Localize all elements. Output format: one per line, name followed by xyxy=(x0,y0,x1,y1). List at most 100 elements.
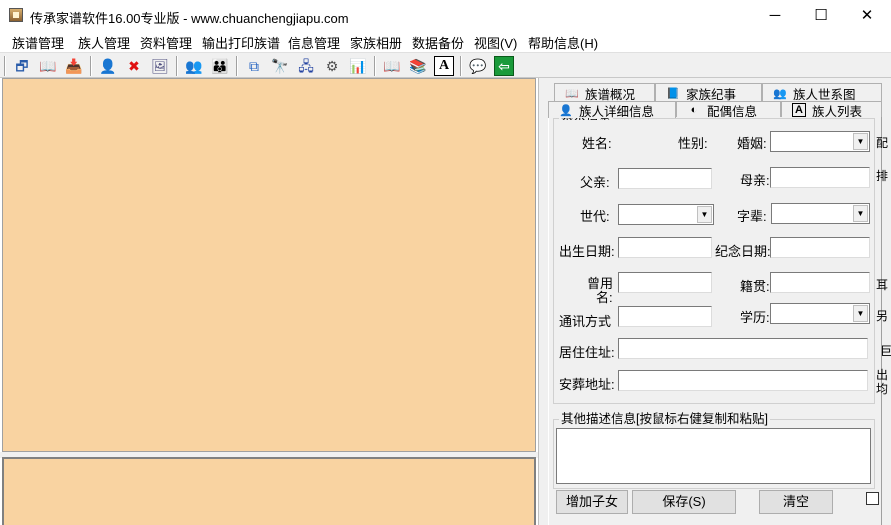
toolbar-separator xyxy=(236,56,238,76)
menu-info-management[interactable]: 信息管理 xyxy=(288,33,340,52)
open-genealogy-icon[interactable]: 🗗 xyxy=(12,56,32,76)
description-group-label: 其他描述信息[按鼠标右健复制和粘贴] xyxy=(559,412,770,426)
delete-icon[interactable]: ✖ xyxy=(124,56,144,76)
chevron-down-icon: ▼ xyxy=(853,133,868,150)
tab-label: 族人列表 xyxy=(812,104,863,119)
clipped-label: 配 xyxy=(876,136,889,150)
open-book-icon[interactable]: 📖 xyxy=(382,56,402,76)
toolbar-separator xyxy=(460,56,462,76)
relatives-icon[interactable]: 👪 xyxy=(210,56,230,76)
clipped-label: 排 xyxy=(876,169,889,183)
bar-chart-icon[interactable]: 📊 xyxy=(348,56,368,76)
add-person-icon[interactable]: 👤 xyxy=(98,56,118,76)
native-place-field[interactable] xyxy=(770,272,870,293)
memorial-date-label: 纪念日期: xyxy=(715,244,771,259)
option-checkbox[interactable] xyxy=(866,492,879,505)
memorial-date-field[interactable] xyxy=(770,237,870,258)
menu-output-print[interactable]: 输出打印族谱 xyxy=(202,33,280,52)
clear-button[interactable]: 清空 xyxy=(759,490,833,514)
father-field[interactable] xyxy=(618,168,712,189)
tab-label: 族人详细信息 xyxy=(579,104,655,119)
genealogy-tree-pane[interactable] xyxy=(2,78,536,452)
member-list-pane[interactable] xyxy=(2,457,536,525)
exit-icon[interactable]: ⇦ xyxy=(494,56,514,76)
residence-label: 居住住址: xyxy=(559,345,615,360)
chevron-down-icon: ▼ xyxy=(853,205,868,222)
binoculars-icon[interactable]: 🔭 xyxy=(270,56,290,76)
mother-field[interactable] xyxy=(770,167,870,188)
menu-view[interactable]: 视图(V) xyxy=(474,33,517,52)
clipped-label: 另 xyxy=(876,309,889,323)
books-icon[interactable]: 📚 xyxy=(408,56,428,76)
spouse-icon: ◐ xyxy=(690,104,698,116)
tab-member-details[interactable]: 👤 族人详细信息 xyxy=(548,101,676,118)
minimize-button[interactable]: ─ xyxy=(752,0,798,31)
father-label: 父亲: xyxy=(580,175,610,190)
residence-field[interactable] xyxy=(618,338,868,359)
text-icon[interactable]: A xyxy=(434,56,454,76)
tree-view-icon[interactable]: ⧉ xyxy=(244,56,264,76)
mother-label: 母亲: xyxy=(740,173,770,188)
tab-spouse-info[interactable]: ◐ 配偶信息 xyxy=(676,101,781,118)
tab-genealogy-overview[interactable]: 📖 族谱概况 xyxy=(554,83,655,103)
native-place-label: 籍贯: xyxy=(740,279,770,294)
contact-label: 通讯方式 xyxy=(559,314,612,329)
chevron-down-icon: ▼ xyxy=(853,305,868,322)
menu-data-management[interactable]: 资料管理 xyxy=(140,33,192,52)
marriage-select[interactable]: ▼ xyxy=(770,131,870,152)
photo-icon[interactable]: 🖼 xyxy=(150,56,170,76)
app-icon xyxy=(9,8,23,22)
import-icon[interactable]: 📥 xyxy=(64,56,84,76)
add-child-button[interactable]: 增加子女(C) xyxy=(556,490,628,514)
family-icon: 👥 xyxy=(773,88,787,100)
tab-label: 配偶信息 xyxy=(707,104,758,119)
name-label: 姓名: xyxy=(582,136,612,151)
burial-label: 安葬地址: xyxy=(559,377,615,392)
description-textarea[interactable] xyxy=(556,428,871,484)
former-name-field[interactable] xyxy=(618,272,712,293)
toolbar: 🗗 📖 📥 👤 ✖ 🖼 👥 👪 ⧉ 🔭 🖧 ⚙ 📊 📖 📚 A 💬 ⇦ xyxy=(0,52,891,78)
generation-label: 世代: xyxy=(580,209,610,224)
book-icon[interactable]: 📖 xyxy=(38,56,58,76)
burial-field[interactable] xyxy=(618,370,868,391)
former-name-label-cont: 名: xyxy=(596,290,613,305)
close-button[interactable]: ✕ xyxy=(844,0,890,31)
clipped-label: 巨 xyxy=(880,344,891,358)
toolbar-separator xyxy=(176,56,178,76)
network-icon[interactable]: 🖧 xyxy=(296,56,316,76)
person-icon: 👤 xyxy=(559,104,573,117)
save-button[interactable]: 保存(S) xyxy=(632,490,736,514)
menu-member-management[interactable]: 族人管理 xyxy=(78,33,130,52)
education-label: 学历: xyxy=(740,310,770,325)
birth-date-label: 出生日期: xyxy=(559,244,615,259)
chevron-down-icon: ▼ xyxy=(697,206,712,223)
toolbar-separator xyxy=(4,56,6,76)
gear-icon[interactable]: ⚙ xyxy=(322,56,342,76)
window-title: 传承家谱软件16.00专业版 - www.chuanchengjiapu.com xyxy=(30,11,349,26)
clipped-label: 耳 xyxy=(876,278,889,292)
gender-label: 性别: xyxy=(678,136,708,151)
chat-icon[interactable]: 💬 xyxy=(468,56,488,76)
generation-select[interactable]: ▼ xyxy=(618,204,714,225)
text-icon: A xyxy=(792,103,806,117)
title-bar: 传承家谱软件16.00专业版 - www.chuanchengjiapu.com… xyxy=(0,0,891,31)
clipped-label: 均 xyxy=(876,382,889,396)
education-select[interactable]: ▼ xyxy=(770,303,870,324)
tab-lineage-chart[interactable]: 👥 族人世系图 xyxy=(762,83,882,103)
menu-genealogy-management[interactable]: 族谱管理 xyxy=(12,33,64,52)
menu-bar: 族谱管理 族人管理 资料管理 输出打印族谱 信息管理 家族相册 数据备份 视图(… xyxy=(0,31,891,51)
maximize-button[interactable]: ☐ xyxy=(798,0,844,31)
marriage-label: 婚姻: xyxy=(737,136,767,151)
generation-name-select[interactable]: ▼ xyxy=(771,203,870,224)
toolbar-separator xyxy=(90,56,92,76)
tab-family-chronicle[interactable]: 📘 家族纪事 xyxy=(655,83,762,103)
menu-data-backup[interactable]: 数据备份 xyxy=(412,33,464,52)
toolbar-separator xyxy=(374,56,376,76)
tab-member-list[interactable]: A 族人列表 xyxy=(781,101,882,118)
family-group-icon[interactable]: 👥 xyxy=(184,56,204,76)
book-icon: 📖 xyxy=(565,88,579,100)
birth-date-field[interactable] xyxy=(618,237,712,258)
menu-help[interactable]: 帮助信息(H) xyxy=(528,33,598,52)
contact-field[interactable] xyxy=(618,306,712,327)
menu-family-album[interactable]: 家族相册 xyxy=(350,33,402,52)
